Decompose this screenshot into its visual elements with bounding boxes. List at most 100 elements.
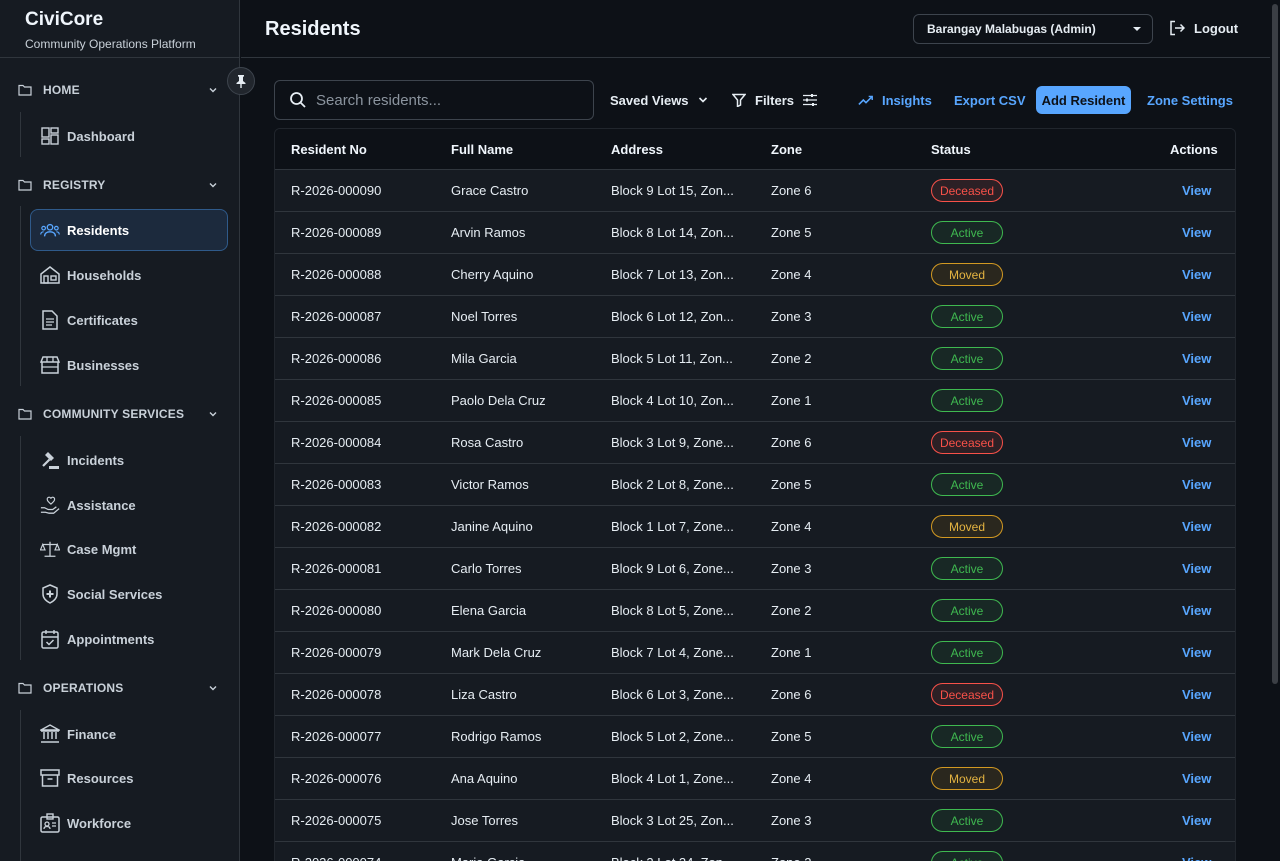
table-row[interactable]: R-2026-000090 Grace Castro Block 9 Lot 15,… bbox=[275, 170, 1235, 212]
view-link[interactable]: View bbox=[1182, 729, 1211, 744]
sidebar-item-incidents[interactable]: Incidents bbox=[30, 439, 228, 481]
brand-subtitle: Community Operations Platform bbox=[25, 37, 196, 51]
view-link[interactable]: View bbox=[1182, 813, 1211, 828]
sidebar-item-label: Workforce bbox=[67, 815, 132, 831]
view-link[interactable]: View bbox=[1182, 225, 1211, 240]
sidebar-item-label: Appointments bbox=[67, 631, 155, 647]
sidebar-item-appointments[interactable]: Appointments bbox=[30, 618, 228, 660]
brand-name: CiviCore bbox=[25, 9, 104, 30]
cell-zone: Zone 3 bbox=[771, 561, 812, 576]
cell-full-name: Grace Castro bbox=[451, 183, 529, 198]
table-row[interactable]: R-2026-000088 Cherry Aquino Block 7 Lot 13… bbox=[275, 254, 1235, 296]
cell-address: Block 5 Lot 2, Zone... bbox=[611, 729, 734, 744]
insights-button[interactable]: Insights bbox=[858, 87, 932, 113]
table-row[interactable]: R-2026-000089 Arvin Ramos Block 8 Lot 14, … bbox=[275, 212, 1235, 254]
table-row[interactable]: R-2026-000084 Rosa Castro Block 3 Lot 9, Z… bbox=[275, 422, 1235, 464]
cell-full-name: Elena Garcia bbox=[451, 603, 527, 618]
sidebar-item-resources[interactable]: Resources bbox=[30, 757, 228, 799]
table-row[interactable]: R-2026-000085 Paolo Dela Cruz Block 4 Lot … bbox=[275, 380, 1235, 422]
chevron-down-icon bbox=[209, 183, 217, 188]
view-link[interactable]: View bbox=[1182, 855, 1211, 861]
sidebar-item-social-services[interactable]: Social Services bbox=[30, 573, 228, 615]
gavel-icon bbox=[40, 450, 60, 470]
section-registry[interactable]: REGISTRY bbox=[0, 170, 239, 200]
view-link[interactable]: View bbox=[1182, 351, 1211, 366]
table-row[interactable]: R-2026-000083 Victor Ramos Block 2 Lot 8, … bbox=[275, 464, 1235, 506]
section-community-services[interactable]: COMMUNITY SERVICES bbox=[0, 399, 239, 429]
table-row[interactable]: R-2026-000075 Jose Torres Block 3 Lot 25, … bbox=[275, 800, 1235, 842]
sidebar-item-assistance[interactable]: Assistance bbox=[30, 484, 228, 526]
search-input[interactable] bbox=[316, 91, 576, 109]
table-row[interactable]: R-2026-000079 Mark Dela Cruz Block 7 Lot 4… bbox=[275, 632, 1235, 674]
scrollbar-thumb[interactable] bbox=[1272, 4, 1278, 684]
status-badge: Active bbox=[931, 725, 1003, 748]
view-link[interactable]: View bbox=[1182, 603, 1211, 618]
view-link[interactable]: View bbox=[1182, 435, 1211, 450]
group-line bbox=[20, 206, 21, 386]
bank-icon bbox=[40, 724, 60, 744]
search-box[interactable] bbox=[274, 80, 594, 120]
table-row[interactable]: R-2026-000086 Mila Garcia Block 5 Lot 11, … bbox=[275, 338, 1235, 380]
table-row[interactable]: R-2026-000081 Carlo Torres Block 9 Lot 6, … bbox=[275, 548, 1235, 590]
view-link[interactable]: View bbox=[1182, 267, 1211, 282]
view-link[interactable]: View bbox=[1182, 183, 1211, 198]
sidebar-item-certificates[interactable]: Certificates bbox=[30, 299, 228, 341]
add-resident-button[interactable]: Add Resident bbox=[1036, 86, 1131, 114]
cell-full-name: Rodrigo Ramos bbox=[451, 729, 542, 744]
sidebar-item-finance[interactable]: Finance bbox=[30, 713, 228, 755]
export-csv-button[interactable]: Export CSV bbox=[954, 87, 1026, 113]
view-link[interactable]: View bbox=[1182, 309, 1211, 324]
table-row[interactable]: R-2026-000074 Maria Garcia Block 2 Lot 24,… bbox=[275, 842, 1235, 861]
folder-icon bbox=[18, 682, 32, 694]
table-row[interactable]: R-2026-000080 Elena Garcia Block 8 Lot 5, … bbox=[275, 590, 1235, 632]
view-link[interactable]: View bbox=[1182, 645, 1211, 660]
table-row[interactable]: R-2026-000087 Noel Torres Block 6 Lot 12, … bbox=[275, 296, 1235, 338]
document-icon bbox=[40, 310, 60, 330]
logout-button[interactable]: Logout bbox=[1169, 20, 1238, 36]
sidebar-item-label: Finance bbox=[67, 726, 117, 742]
sidebar-item-businesses[interactable]: Businesses bbox=[30, 344, 228, 386]
column-header: Actions bbox=[1170, 142, 1218, 157]
barangay-select[interactable]: Barangay Malabugas (Admin) bbox=[913, 14, 1153, 44]
view-link[interactable]: View bbox=[1182, 393, 1211, 408]
sidebar-item-households[interactable]: Households bbox=[30, 254, 228, 296]
zone-settings-button[interactable]: Zone Settings bbox=[1147, 87, 1233, 113]
page-scrollbar[interactable] bbox=[1270, 0, 1280, 861]
pin-sidebar-button[interactable] bbox=[227, 67, 255, 95]
table-row[interactable]: R-2026-000082 Janine Aquino Block 1 Lot 7,… bbox=[275, 506, 1235, 548]
sidebar-item-workforce[interactable]: Workforce bbox=[30, 802, 228, 844]
status-badge: Moved bbox=[931, 515, 1003, 538]
filters-button[interactable]: Filters bbox=[731, 87, 818, 113]
section-label: OPERATIONS bbox=[43, 681, 124, 695]
table-row[interactable]: R-2026-000078 Liza Castro Block 6 Lot 3, Z… bbox=[275, 674, 1235, 716]
cell-zone: Zone 2 bbox=[771, 855, 811, 861]
cell-address: Block 9 Lot 6, Zone... bbox=[611, 561, 734, 576]
table-row[interactable]: R-2026-000076 Ana Aquino Block 4 Lot 1, Zo… bbox=[275, 758, 1235, 800]
sidebar-item-dashboard[interactable]: Dashboard bbox=[30, 115, 228, 157]
view-link[interactable]: View bbox=[1182, 561, 1211, 576]
cell-full-name: Paolo Dela Cruz bbox=[451, 393, 546, 408]
insights-label: Insights bbox=[882, 92, 932, 108]
view-link[interactable]: View bbox=[1182, 771, 1211, 786]
cell-resident-no: R-2026-000086 bbox=[291, 351, 382, 366]
view-link[interactable]: View bbox=[1182, 519, 1211, 534]
sidebar-item-case-mgmt[interactable]: Case Mgmt bbox=[30, 528, 228, 570]
cell-zone: Zone 6 bbox=[771, 183, 812, 198]
funnel-icon bbox=[731, 92, 747, 108]
folder-icon bbox=[18, 179, 32, 191]
cell-zone: Zone 1 bbox=[771, 645, 812, 660]
status-badge: Deceased bbox=[931, 179, 1003, 202]
cell-address: Block 5 Lot 11, Zon... bbox=[611, 351, 733, 366]
saved-views-button[interactable]: Saved Views bbox=[610, 87, 711, 113]
table-row[interactable]: R-2026-000077 Rodrigo Ramos Block 5 Lot 2,… bbox=[275, 716, 1235, 758]
sidebar-item-residents[interactable]: Residents bbox=[30, 209, 228, 251]
filters-label: Filters bbox=[755, 92, 795, 108]
view-link[interactable]: View bbox=[1182, 687, 1211, 702]
section-home[interactable]: HOME bbox=[0, 75, 239, 105]
cell-address: Block 4 Lot 10, Zon... bbox=[611, 393, 734, 408]
view-link[interactable]: View bbox=[1182, 477, 1211, 492]
sidebar-item-label: Social Services bbox=[67, 586, 163, 602]
section-operations[interactable]: OPERATIONS bbox=[0, 673, 239, 703]
cell-full-name: Ana Aquino bbox=[451, 771, 518, 786]
cell-address: Block 6 Lot 3, Zone... bbox=[611, 687, 734, 702]
